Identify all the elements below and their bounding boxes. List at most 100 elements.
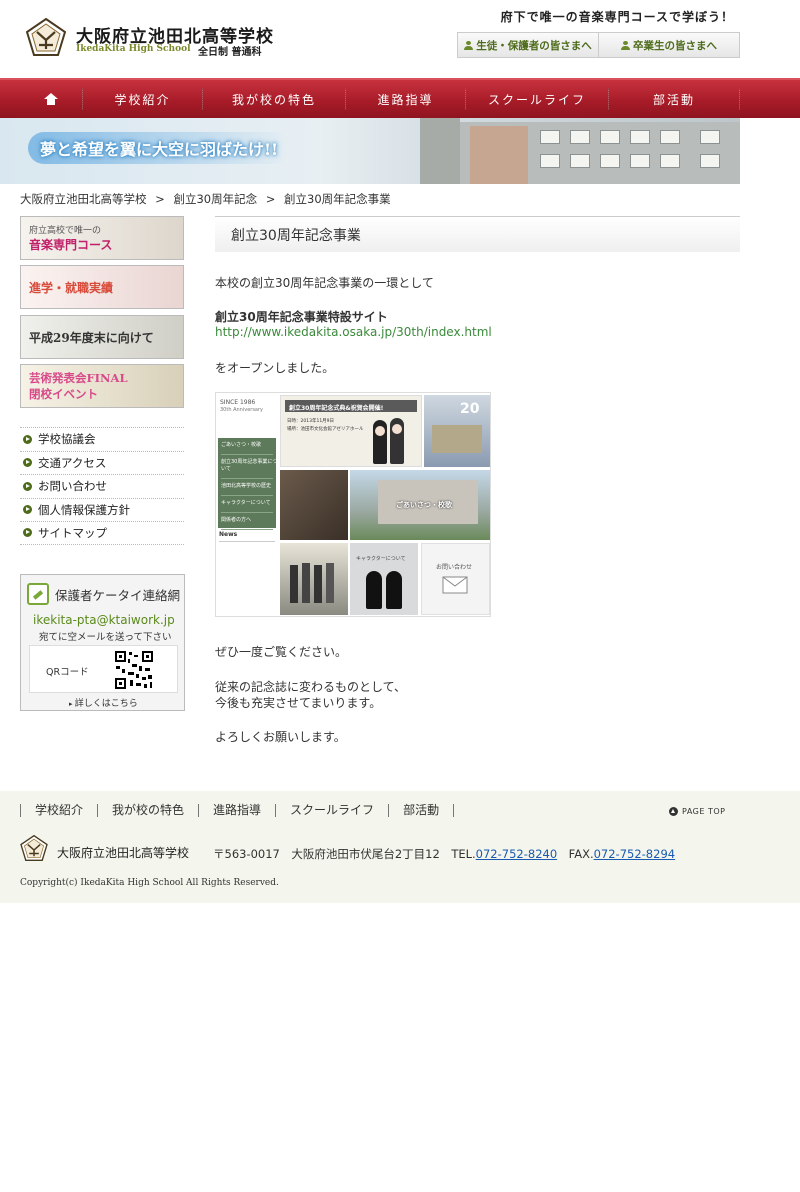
shot-menu-item: キャラクターについて: [221, 500, 271, 506]
ktai-title: 保護者ケータイ連絡網: [55, 587, 181, 603]
shot-aisatsu-tile: ごあいさつ・校歌: [350, 470, 490, 540]
arrow-circle-icon: [23, 505, 32, 515]
window: [540, 154, 560, 168]
sidebar-item-label: 学校協議会: [38, 432, 96, 447]
shot-menu-item: ごあいさつ・校歌: [221, 442, 262, 448]
please-visit-text: ぜひ一度ご覧ください。: [215, 645, 348, 659]
global-nav: 学校紹介 我が校の特色 進路指導 スクールライフ 部活動: [0, 78, 800, 118]
window: [700, 130, 720, 144]
footer-fax-link[interactable]: 072-752-8294: [594, 847, 675, 861]
shot-characters-tile: キャラクターについて: [350, 543, 418, 615]
footer-emblem-icon: [20, 835, 48, 861]
shot-students-tile: [280, 543, 348, 615]
arrow-circle-icon: [23, 481, 32, 491]
shot-student: [302, 563, 310, 603]
shot-contact-tile: お問い合わせ: [421, 543, 490, 615]
person-icon: [621, 40, 630, 50]
shot-student: [314, 565, 322, 603]
geijutsu-final-banner[interactable]: 芸術発表会FINAL 閉校イベント: [20, 364, 184, 408]
geijutsu-banner-line2: 閉校イベント: [29, 387, 98, 401]
footer-nav-career[interactable]: 進路指導: [198, 804, 275, 817]
shot-menu-divider: [221, 478, 273, 479]
shot-menu: ごあいさつ・校歌 創立30周年記念事業について 池田北高等学校の歴史 キャラクタ…: [218, 438, 278, 540]
nav-about[interactable]: 学校紹介: [83, 80, 202, 118]
h29-banner[interactable]: 平成29年度末に向けて: [20, 315, 184, 359]
shot-history-tile: [280, 470, 348, 540]
qr-label: QRコード: [46, 667, 89, 678]
shot-menu-divider: [221, 529, 273, 530]
breadcrumb-home[interactable]: 大阪府立池田北高等学校: [20, 192, 147, 206]
geijutsu-banner-line1: 芸術発表会FINAL: [29, 371, 128, 385]
nav-clubs[interactable]: 部活動: [609, 80, 739, 118]
footer-address-text: 〒563-0017 大阪府池田市伏尾台2丁目12 TEL.: [213, 847, 476, 861]
window: [570, 130, 590, 144]
shot-event-panel: 創立30周年記念式典&祝賀会開催! 日時：2013年11月9日 場所：池田市文化…: [280, 395, 422, 467]
footer-tel-link[interactable]: 072-752-8240: [476, 847, 557, 861]
sidebar-item-sitemap[interactable]: サイトマップ: [20, 521, 184, 545]
school-name-en: IkedaKita High School: [76, 44, 191, 54]
window: [570, 154, 590, 168]
arrow-circle-icon: [23, 528, 32, 538]
sidebar-item-contact[interactable]: お問い合わせ: [20, 474, 184, 498]
shot-character-face: [392, 424, 402, 434]
breadcrumb-30th[interactable]: 創立30周年記念: [173, 192, 257, 206]
alumni-button-label: 卒業生の皆さまへ: [633, 39, 717, 52]
special-site-title: 創立30周年記念事業特設サイト: [215, 310, 388, 324]
footer-nav-clubs[interactable]: 部活動: [388, 804, 455, 817]
music-course-banner-small: 府立高校で唯一の: [29, 226, 102, 236]
qr-box: QRコード: [29, 645, 178, 693]
parent-mobile-contact-box[interactable]: 保護者ケータイ連絡網 ikekita-pta@ktaiwork.jp 宛てに空メ…: [20, 574, 185, 711]
special-site-link[interactable]: http://www.ikedakita.osaka.jp/30th/index…: [215, 325, 492, 339]
special-site-screenshot[interactable]: SINCE 1986 30th Anniversary ごあいさつ・校歌 創立3…: [215, 392, 491, 617]
sidebar-item-label: 個人情報保護方針: [38, 502, 130, 517]
footer-school-name: 大阪府立池田北高等学校: [57, 846, 190, 860]
nav-features[interactable]: 我が校の特色: [203, 80, 345, 118]
page-top-link[interactable]: PAGE TOP: [669, 807, 725, 816]
shot-sidebar: SINCE 1986 30th Anniversary ごあいさつ・校歌 創立3…: [216, 393, 278, 616]
shot-event-place: 場所：池田市文化会館アゼリアホール: [287, 427, 364, 432]
window: [600, 130, 620, 144]
shot-since: SINCE 1986: [220, 399, 256, 406]
sidebar-item-council[interactable]: 学校協議会: [20, 427, 184, 451]
banner-slogan: 夢と希望を翼に大空に羽ばたけ!!: [28, 132, 291, 164]
shot-news-line: [219, 541, 275, 542]
shot-mail-icon: [442, 576, 468, 594]
alumni-button[interactable]: 卒業生の皆さまへ: [598, 33, 739, 57]
ktai-more-link[interactable]: 詳しくはこちら: [69, 696, 138, 709]
nav-career[interactable]: 進路指導: [346, 80, 465, 118]
school-emblem-icon[interactable]: [26, 18, 66, 56]
shot-anniv: 30th Anniversary: [220, 407, 264, 413]
breadcrumb-separator: >: [265, 192, 276, 206]
copyright: Copyright(c) IkedaKita High School All R…: [20, 878, 279, 888]
regards-text: よろしくお願いします。: [215, 730, 346, 744]
nav-schoollife[interactable]: スクールライフ: [466, 80, 608, 118]
home-icon: [44, 93, 58, 105]
intro-text: 本校の創立30周年記念事業の一環として: [215, 276, 434, 290]
shot-event-headline: 創立30周年記念式典&祝賀会開催!: [289, 405, 384, 412]
replacement-text-1: 従来の記念誌に変わるものとして、: [215, 680, 407, 694]
window: [600, 154, 620, 168]
site-footer: 学校紹介 我が校の特色 進路指導 スクールライフ 部活動 PAGE TOP 大阪…: [0, 791, 800, 903]
sidebar-item-access[interactable]: 交通アクセス: [20, 450, 184, 475]
nav-separator: [739, 88, 740, 110]
shot-aisatsu-label: ごあいさつ・校歌: [396, 501, 452, 509]
footer-nav-features[interactable]: 我が校の特色: [97, 804, 198, 817]
sidebar-item-label: 交通アクセス: [38, 455, 107, 470]
parents-button[interactable]: 生徒・保護者の皆さまへ: [458, 33, 598, 57]
breadcrumb: 大阪府立池田北高等学校 > 創立30周年記念 > 創立30周年記念事業: [20, 191, 391, 207]
sidebar-links: 学校協議会 交通アクセス お問い合わせ 個人情報保護方針 サイトマップ: [20, 427, 184, 545]
window: [630, 130, 650, 144]
footer-nav-schoollife[interactable]: スクールライフ: [275, 804, 388, 817]
career-results-banner[interactable]: 進学・就職実績: [20, 265, 184, 309]
music-course-banner[interactable]: 府立高校で唯一の 音楽専門コース: [20, 216, 184, 260]
nav-home[interactable]: [20, 80, 82, 118]
shot-menu-divider: [221, 454, 273, 455]
sidebar-item-privacy[interactable]: 個人情報保護方針: [20, 497, 184, 522]
footer-nav-about[interactable]: 学校紹介: [20, 804, 97, 817]
shot-menu-item: 創立30周年記念事業について: [221, 459, 278, 472]
breadcrumb-separator: >: [155, 192, 165, 206]
window: [660, 130, 680, 144]
ktai-email[interactable]: ikekita-pta@ktaiwork.jp: [33, 613, 175, 627]
window: [700, 154, 720, 168]
shot-menu-item: 関係者の方へ: [221, 517, 252, 523]
